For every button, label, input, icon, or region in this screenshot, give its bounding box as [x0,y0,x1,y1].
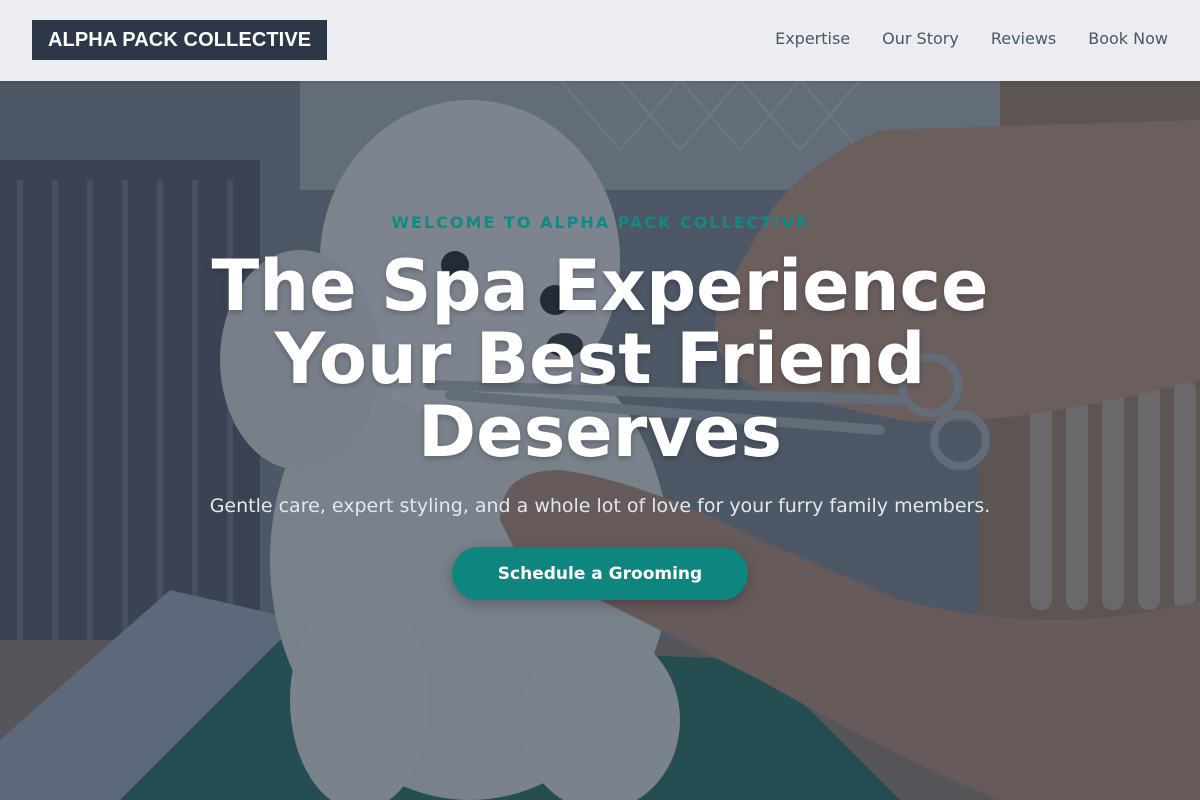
main-nav: Expertise Our Story Reviews Book Now [775,28,1168,50]
hero-title-line-2: Your Best Friend [274,318,926,400]
nav-link-reviews[interactable]: Reviews [991,28,1056,50]
nav-link-book-now[interactable]: Book Now [1088,28,1168,50]
hero-subtitle: Gentle care, expert styling, and a whole… [209,495,991,517]
schedule-grooming-button[interactable]: Schedule a Grooming [452,547,748,600]
hero-title-line-1: The Spa Experience [211,245,989,327]
nav-link-expertise[interactable]: Expertise [775,28,850,50]
site-header: ALPHA PACK COLLECTIVE Expertise Our Stor… [0,0,1200,81]
hero-title: The Spa Experience Your Best Friend Dese… [100,250,1100,469]
landing-page: ALPHA PACK COLLECTIVE Expertise Our Stor… [0,0,1200,800]
hero-section: WELCOME TO ALPHA PACK COLLECTIVE The Spa… [0,0,1200,800]
logo[interactable]: ALPHA PACK COLLECTIVE [32,20,328,60]
nav-link-our-story[interactable]: Our Story [882,28,959,50]
hero-title-line-3: Deserves [417,391,782,473]
hero-eyebrow: WELCOME TO ALPHA PACK COLLECTIVE [391,213,809,232]
